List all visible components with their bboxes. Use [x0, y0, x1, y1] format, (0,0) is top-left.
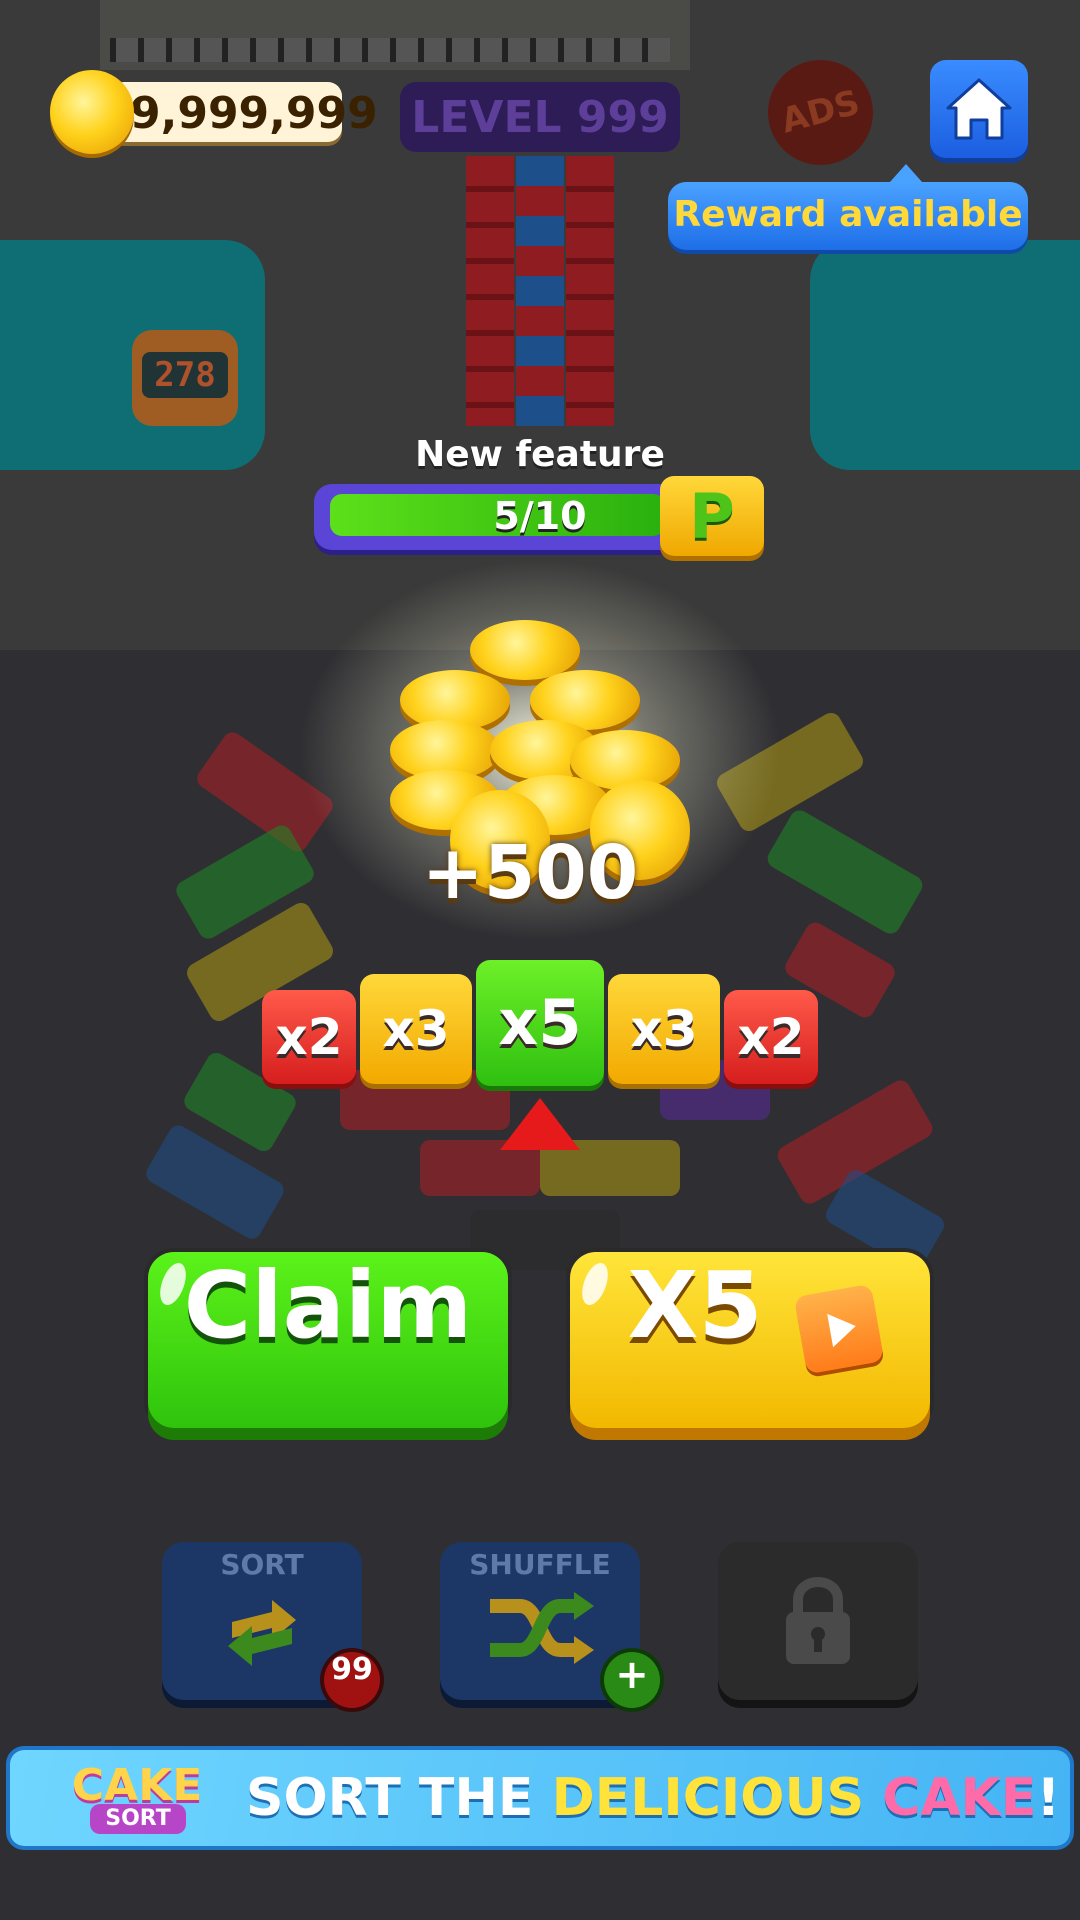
shuffle-booster-label: SHUFFLE: [469, 1548, 611, 1581]
lock-icon: [786, 1577, 850, 1664]
multiplier-x5-selected: x5: [476, 960, 604, 1086]
banner-text-part: !: [1036, 1768, 1061, 1828]
claim-button-label: Claim: [183, 1252, 473, 1359]
multiplier-x2-left: x2: [262, 990, 356, 1084]
home-icon: [946, 78, 1012, 140]
roof-rail: [110, 38, 670, 62]
banner-text-part: SORT THE: [246, 1768, 552, 1828]
new-feature-title: New feature: [415, 434, 665, 475]
sort-arrows-icon: [228, 1600, 296, 1666]
parking-feature-letter: P: [689, 480, 735, 553]
claim-button[interactable]: Claim: [148, 1252, 508, 1428]
coin-icon: [50, 70, 134, 154]
multiplier-x3-right: x3: [608, 974, 720, 1084]
home-button[interactable]: [930, 60, 1028, 158]
sort-count-badge: 99: [324, 1652, 380, 1708]
shuffle-add-badge[interactable]: +: [604, 1652, 660, 1708]
video-ad-icon: [793, 1283, 885, 1375]
parking-counter: 278: [142, 352, 228, 398]
sort-booster-label: SORT: [220, 1548, 304, 1581]
shuffle-icon: [490, 1592, 594, 1664]
banner-text-highlight: CAKE: [882, 1768, 1037, 1828]
watch-ad-x5-label: X5: [627, 1252, 763, 1359]
car-stack: [566, 156, 614, 426]
multiplier-x3-left: x3: [360, 974, 472, 1084]
multiplier-x2-right: x2: [724, 990, 818, 1084]
car-stack: [516, 156, 564, 426]
parking-counter-sign: 278: [132, 330, 238, 426]
banner-text-highlight: DELICIOUS: [551, 1768, 883, 1828]
banner-logo-sub: SORT: [90, 1804, 186, 1834]
car-stack: [466, 156, 514, 426]
banner-tagline: SORT THE DELICIOUS CAKE!: [246, 1768, 1066, 1828]
coin-amount: 9,999,999: [130, 88, 378, 139]
multiplier-wheel: x2 x3 x5 x3 x2: [262, 960, 818, 1100]
water-area-right: [810, 240, 1080, 470]
level-label: LEVEL 999: [411, 92, 669, 143]
reward-amount: +500: [421, 830, 639, 916]
reward-available-label: Reward available: [673, 194, 1023, 235]
multiplier-pointer-icon: [500, 1098, 580, 1150]
locked-booster-slot[interactable]: [718, 1542, 918, 1700]
